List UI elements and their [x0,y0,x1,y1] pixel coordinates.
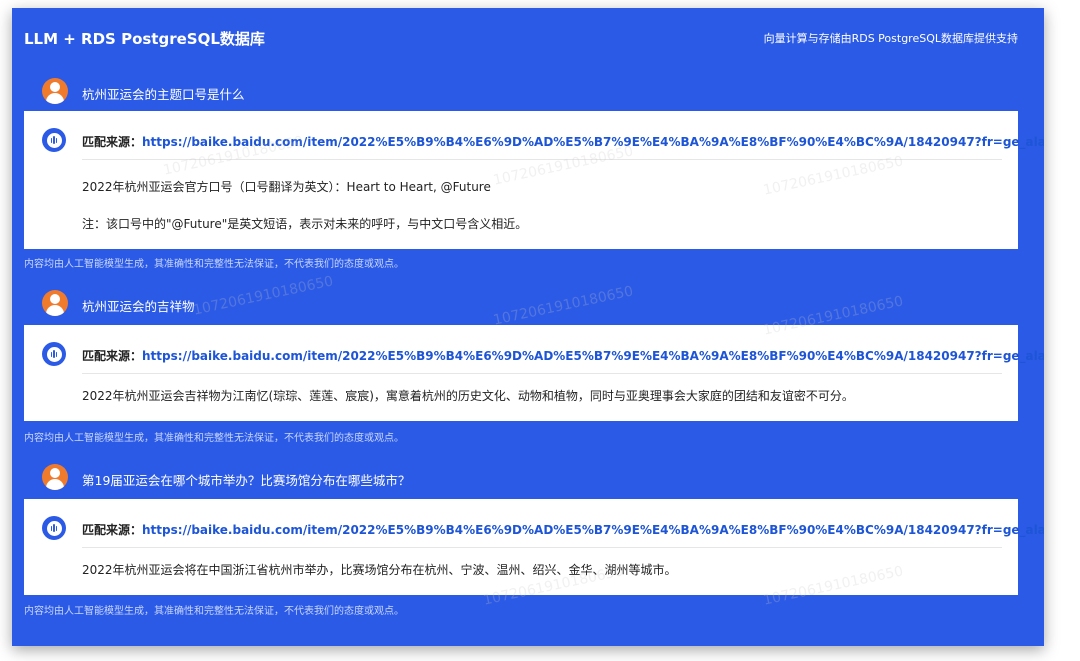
answer-text: 2022年杭州亚运会将在中国浙江省杭州市举办，比赛场馆分布在杭州、宁波、温州、绍… [82,563,677,577]
answer-card: 匹配来源：https://baike.baidu.com/item/2022%E… [24,499,1044,595]
card-divider [82,159,1002,160]
source-label: 匹配来源： [82,349,143,363]
source-row: 匹配来源：https://baike.baidu.com/item/2022%E… [82,521,1044,538]
bot-voice-icon [42,516,66,540]
source-link[interactable]: https://baike.baidu.com/item/2022%E5%B9%… [142,523,1044,537]
watermark: 1072061910180650 [491,283,635,329]
user-avatar-icon [42,78,68,104]
ai-disclaimer: 内容均由人工智能模型生成，其准确性和完整性无法保证，不代表我们的态度或观点。 [24,433,404,444]
watermark: 1072061910180650 [191,273,335,319]
ai-disclaimer: 内容均由人工智能模型生成，其准确性和完整性无法保证，不代表我们的态度或观点。 [24,606,404,617]
answer-text: 2022年杭州亚运会官方口号（口号翻译为英文）：Heart to Heart, … [82,180,491,194]
ai-disclaimer: 内容均由人工智能模型生成，其准确性和完整性无法保证，不代表我们的态度或观点。 [24,259,404,270]
user-question: 第19届亚运会在哪个城市举办？比赛场馆分布在哪些城市？ [82,473,411,488]
user-avatar-icon [42,464,68,490]
answer-text: 注：该口号中的"@Future"是英文短语，表示对未来的呼吁，与中文口号含义相近… [82,217,528,231]
source-row: 匹配来源：https://baike.baidu.com/item/2022%E… [82,133,1044,150]
source-label: 匹配来源： [82,523,143,537]
user-question: 杭州亚运会的主题口号是什么 [82,87,245,102]
source-link[interactable]: https://baike.baidu.com/item/2022%E5%B9%… [142,135,1044,149]
card-divider [82,373,1002,374]
source-link[interactable]: https://baike.baidu.com/item/2022%E5%B9%… [142,349,1044,363]
chat-window: LLM + RDS PostgreSQL数据库 向量计算与存储由RDS Post… [12,8,1044,646]
answer-text: 2022年杭州亚运会吉祥物为江南忆(琮琮、莲莲、宸宸)，寓意着杭州的历史文化、动… [82,389,854,403]
user-question: 杭州亚运会的吉祥物 [82,299,195,314]
header-note: 向量计算与存储由RDS PostgreSQL数据库提供支持 [763,32,1018,45]
app-title: LLM + RDS PostgreSQL数据库 [24,30,265,48]
app-header: LLM + RDS PostgreSQL数据库 向量计算与存储由RDS Post… [12,8,1044,68]
answer-card: 匹配来源：https://baike.baidu.com/item/2022%E… [24,111,1044,249]
bot-voice-icon [42,128,66,152]
answer-card: 匹配来源：https://baike.baidu.com/item/2022%E… [24,325,1044,421]
source-label: 匹配来源： [82,135,143,149]
card-divider [82,547,1002,548]
source-row: 匹配来源：https://baike.baidu.com/item/2022%E… [82,347,1044,364]
user-avatar-icon [42,290,68,316]
bot-voice-icon [42,342,66,366]
